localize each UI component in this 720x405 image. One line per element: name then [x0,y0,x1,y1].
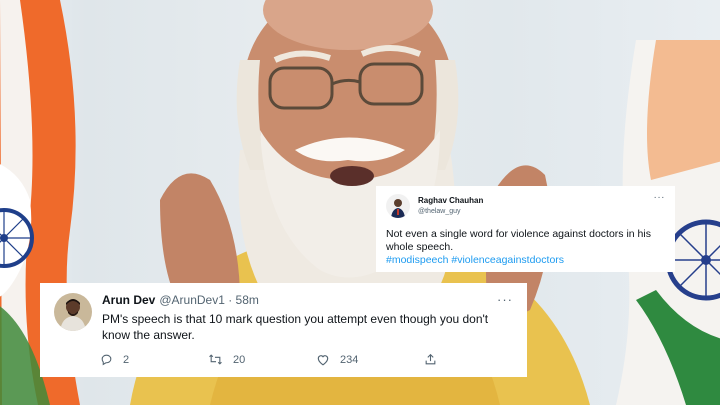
author-handle[interactable]: @thelaw_guy [418,206,483,217]
tweet-text-main: Not even a single word for violence agai… [386,228,651,253]
tweet-text: Not even a single word for violence agai… [386,228,665,267]
like-count: 234 [340,353,359,366]
like-icon [317,355,329,366]
retweet-count: 20 [233,353,246,366]
tweet-card-raghav[interactable]: Raghav Chauhan @thelaw_guy ··· Not even … [376,186,675,272]
author-handle-time[interactable]: @ArunDev1 · 58m [159,293,259,307]
share-button[interactable] [424,353,447,366]
reply-count: 2 [123,353,130,366]
author-name[interactable]: Raghav Chauhan [418,195,483,206]
retweet-icon [209,354,222,365]
more-horizontal-icon[interactable]: ··· [654,193,666,203]
retweet-button[interactable]: 20 [208,353,316,366]
like-button[interactable]: 234 [316,353,424,366]
reply-icon [101,354,112,366]
tweet-card-arun[interactable]: Arun Dev @ArunDev1 · 58m ··· PM's speech… [40,283,527,377]
author-avatar[interactable] [386,194,410,218]
background-photo: Raghav Chauhan @thelaw_guy ··· Not even … [0,0,720,405]
author-name[interactable]: Arun Dev [102,293,155,307]
reply-button[interactable]: 2 [100,353,208,366]
author-avatar[interactable] [54,293,92,331]
tweet-text: PM's speech is that 10 mark question you… [102,312,489,342]
more-horizontal-icon[interactable]: ··· [497,293,513,306]
share-icon [425,353,436,365]
hashtags[interactable]: #modispeech #violenceagainstdoctors [386,254,564,266]
